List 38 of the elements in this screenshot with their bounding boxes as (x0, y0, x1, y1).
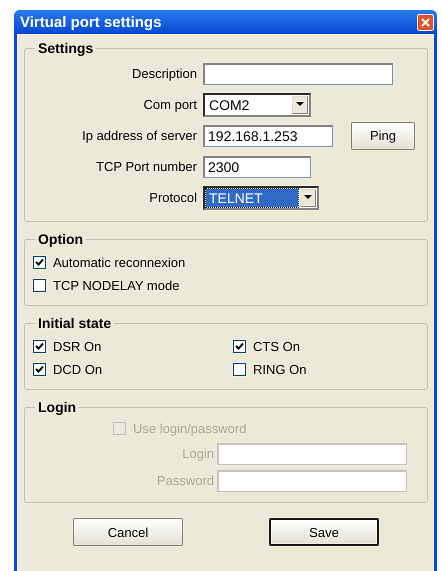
field-label: Ip address of server (81, 128, 197, 143)
checkbox-label: DCD On (53, 362, 102, 377)
caret-icon (300, 188, 316, 206)
dropdown-value: TELNET (206, 188, 298, 206)
window-title: Virtual port settings (20, 14, 162, 30)
field-label: TCP Port number (95, 159, 197, 174)
checkbox[interactable] (33, 279, 46, 292)
checkbox-label: RING On (253, 362, 306, 377)
ping-button[interactable]: Ping (351, 122, 415, 150)
field-label: Protocol (148, 190, 197, 205)
field-label: Com port (142, 97, 197, 112)
field-label: Login (181, 446, 214, 461)
dropdown[interactable]: COM2 (203, 92, 311, 116)
caret-icon (292, 96, 308, 114)
dropdown[interactable]: TELNET (203, 186, 319, 210)
dropdown-value: COM2 (208, 96, 250, 114)
checkbox[interactable] (33, 340, 46, 353)
checkbox-label: CTS On (253, 339, 300, 354)
field-label: Password (156, 473, 214, 488)
text-field[interactable]: 2300 (203, 156, 311, 178)
checkbox[interactable] (233, 363, 246, 376)
group-title: Login (37, 399, 78, 415)
group-title: Initial state (37, 315, 112, 331)
cancel-button[interactable]: Cancel (73, 518, 183, 546)
text-field[interactable] (203, 62, 393, 84)
checkbox-label: TCP NODELAY mode (53, 278, 180, 293)
checkbox[interactable] (33, 363, 46, 376)
checkbox[interactable] (233, 340, 246, 353)
checkbox-label: Use login/password (133, 421, 246, 436)
group-title: Settings (37, 40, 94, 56)
field-label: Description (130, 66, 197, 81)
text-field[interactable]: 192.168.1.253 (203, 124, 333, 146)
group-title: Option (37, 231, 84, 247)
checkbox[interactable] (33, 256, 46, 269)
checkbox-label: Automatic reconnexion (53, 255, 186, 270)
save-button[interactable]: Save (269, 518, 379, 546)
checkbox-label: DSR On (53, 339, 102, 354)
close-icon[interactable] (417, 14, 434, 30)
